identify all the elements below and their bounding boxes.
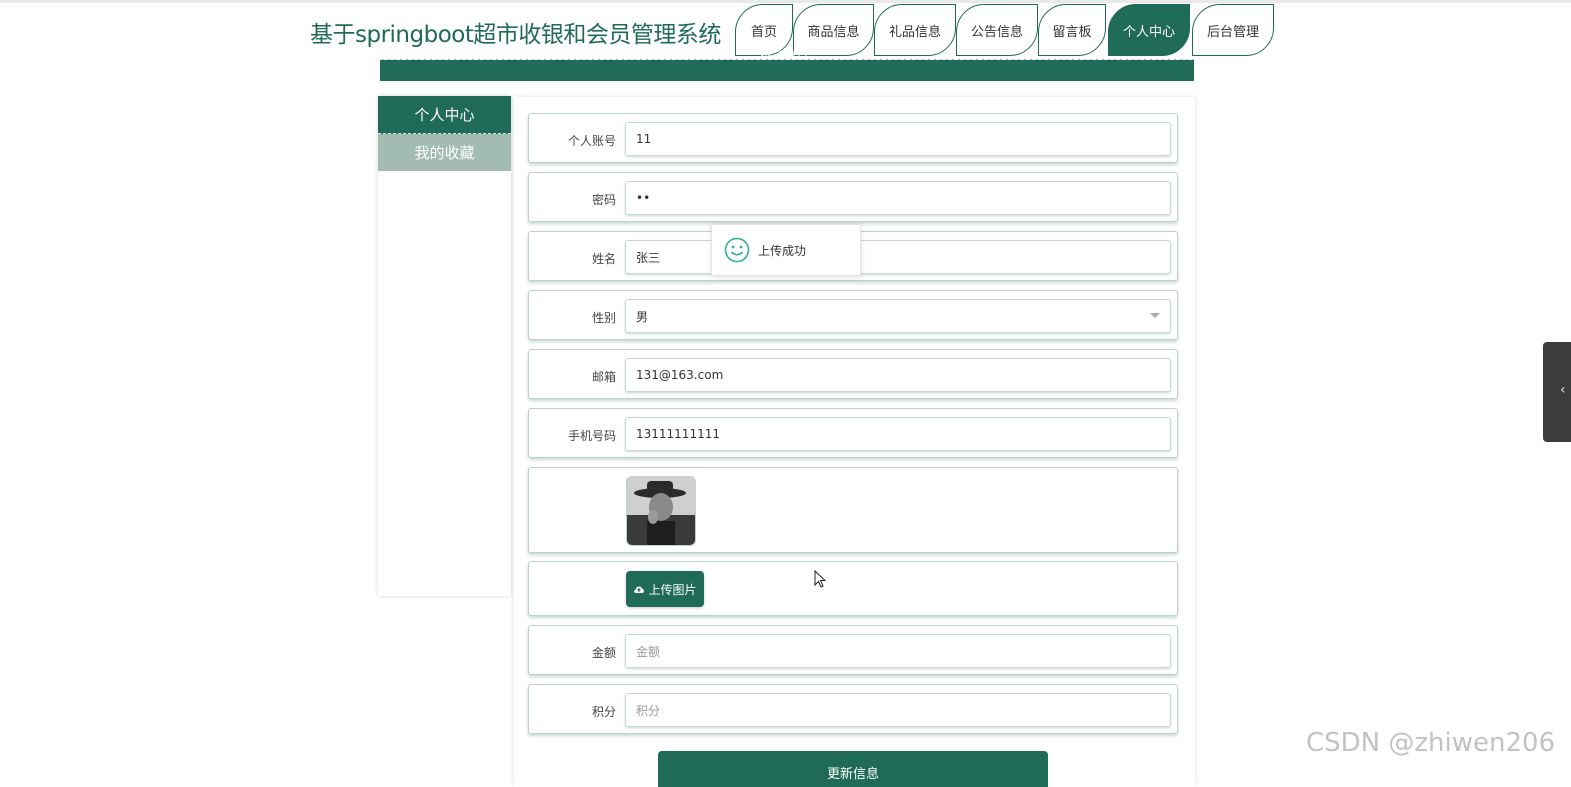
account-label: 个人账号 (567, 134, 616, 148)
form-row-account: 个人账号 11 (528, 113, 1178, 163)
email-input[interactable]: 131@163.com (625, 358, 1171, 392)
sidebar-item-profile[interactable]: 个人中心 (378, 96, 511, 134)
form-row-upload: 上传图片 (528, 561, 1178, 616)
form-row-amount: 金额 金额 (528, 625, 1178, 675)
avatar-photo (627, 477, 695, 545)
gender-value: 男 (636, 309, 649, 324)
mouse-cursor-icon (814, 570, 827, 588)
form-row-gender: 性别 男 (528, 290, 1178, 340)
banner-bottom-edge (380, 74, 1194, 96)
watermark: CSDN @zhiwen206 (1306, 728, 1556, 758)
form-row-phone: 手机号码 13111111111 (528, 408, 1178, 458)
password-input[interactable]: •• (625, 181, 1171, 215)
cloud-upload-icon (634, 586, 645, 593)
name-input[interactable]: 张三 (625, 240, 1171, 274)
upload-image-button[interactable]: 上传图片 (626, 571, 704, 607)
email-label: 邮箱 (591, 370, 616, 384)
phone-input[interactable]: 13111111111 (625, 417, 1171, 451)
chevron-left-icon: ‹ (1560, 382, 1566, 398)
gender-label: 性别 (591, 311, 616, 325)
form-row-avatar (528, 467, 1178, 553)
account-input[interactable]: 11 (625, 122, 1171, 156)
form-row-points: 积分 积分 (528, 684, 1178, 734)
phone-label: 手机号码 (567, 429, 616, 443)
site-title: 基于springboot超市收银和会员管理系统 (310, 22, 721, 48)
upload-image-label: 上传图片 (648, 582, 697, 597)
toast-message: 上传成功 (758, 243, 807, 258)
avatar-image (626, 476, 696, 546)
form-row-password: 密码 •• (528, 172, 1178, 222)
password-label: 密码 (591, 193, 616, 207)
sidebar-item-favorites[interactable]: 我的收藏 (378, 134, 511, 171)
sidebar: 个人中心 我的收藏 (378, 96, 511, 596)
nav-tab-admin[interactable]: 后台管理 (1192, 4, 1274, 56)
points-label: 积分 (591, 705, 616, 719)
name-label: 姓名 (591, 252, 616, 266)
chevron-down-icon (1150, 313, 1160, 318)
amount-label: 金额 (591, 646, 616, 660)
update-info-button[interactable]: 更新信息 (658, 751, 1048, 787)
smile-icon (724, 237, 750, 263)
amount-input[interactable]: 金额 (625, 634, 1171, 668)
points-input[interactable]: 积分 (625, 693, 1171, 727)
upload-success-toast: 上传成功 (711, 224, 861, 276)
side-panel-handle[interactable]: ‹ (1543, 342, 1571, 442)
gender-select[interactable]: 男 (625, 299, 1171, 333)
form-row-email: 邮箱 131@163.com (528, 349, 1178, 399)
top-border (0, 0, 1571, 3)
